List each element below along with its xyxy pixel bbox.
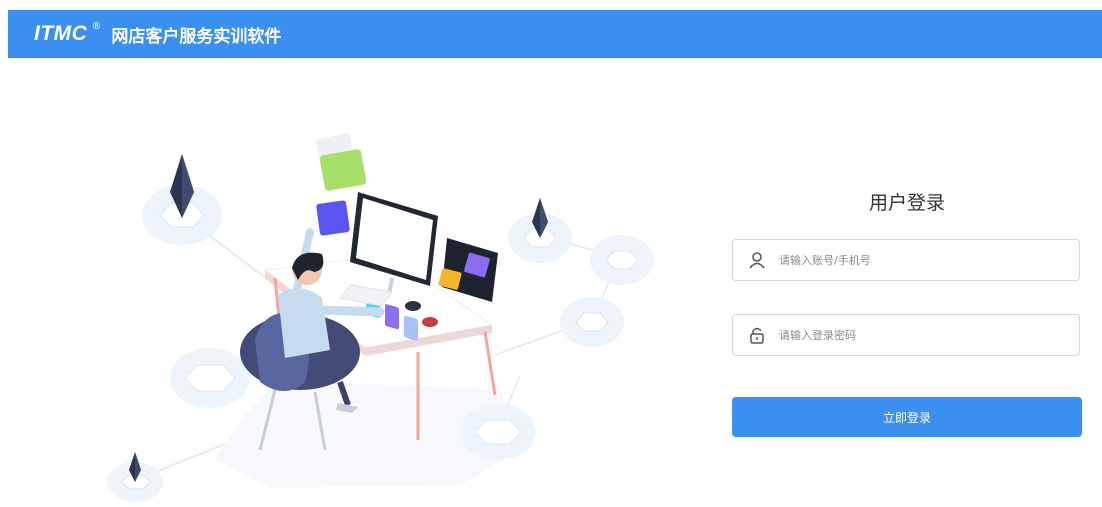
password-field[interactable] xyxy=(732,314,1080,356)
login-title: 用户登录 xyxy=(868,192,945,214)
user-icon xyxy=(747,250,767,270)
person-at-computer-illustration xyxy=(107,133,654,502)
itmc-logo: ITMC xyxy=(34,22,88,45)
app-title: 网店客户服务实训软件 xyxy=(111,26,282,47)
top-header-bar: ITMC ® 网店客户服务实训软件 xyxy=(8,10,1102,58)
username-input[interactable] xyxy=(779,245,1059,275)
registered-mark: ® xyxy=(91,20,102,32)
password-input[interactable] xyxy=(779,320,1059,350)
lock-icon xyxy=(747,325,767,345)
username-field[interactable] xyxy=(732,239,1080,281)
login-button[interactable]: 立即登录 xyxy=(732,397,1082,437)
